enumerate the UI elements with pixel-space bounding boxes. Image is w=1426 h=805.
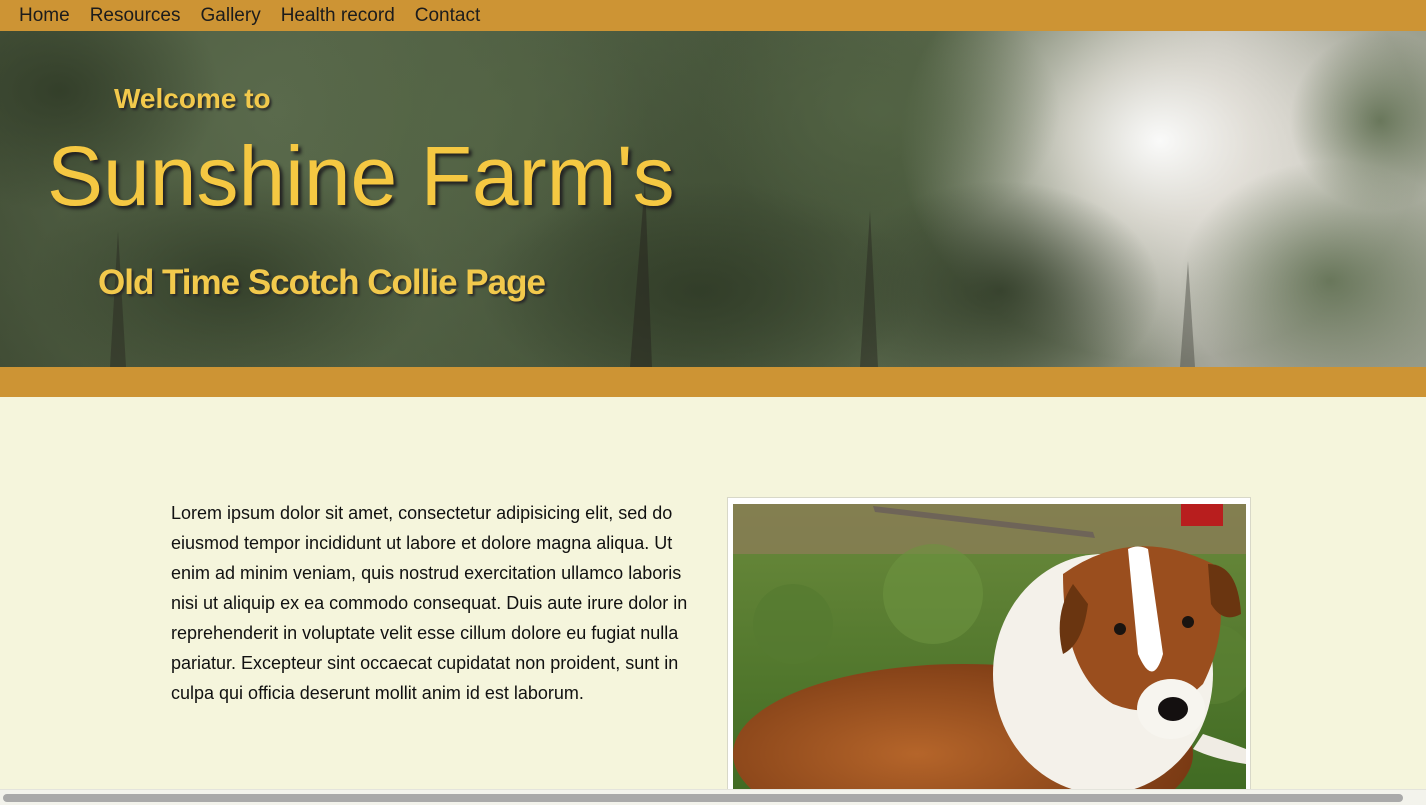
- intro-paragraph: Lorem ipsum dolor sit amet, consectetur …: [171, 503, 688, 703]
- nav-link-health-record[interactable]: Health record: [271, 0, 405, 31]
- nav-link-resources[interactable]: Resources: [80, 0, 191, 31]
- accent-band: [0, 367, 1426, 397]
- hero-welcome-text: Welcome to: [114, 83, 271, 114]
- hero-banner: Welcome to Sunshine Farm's Old Time Scot…: [0, 31, 1426, 367]
- horizontal-scrollbar[interactable]: [0, 789, 1426, 805]
- scrollbar-thumb[interactable]: [3, 794, 1403, 802]
- photo-frame: [727, 497, 1251, 798]
- collie-dog-photo: [733, 504, 1246, 798]
- nav-link-home[interactable]: Home: [9, 0, 80, 31]
- top-navbar: Home Resources Gallery Health record Con…: [0, 0, 1426, 31]
- hero-title: Sunshine Farm's: [47, 129, 675, 223]
- nav-link-gallery[interactable]: Gallery: [191, 0, 271, 31]
- hero-subtitle: Old Time Scotch Collie Page: [98, 263, 546, 302]
- nav-link-contact[interactable]: Contact: [405, 0, 490, 31]
